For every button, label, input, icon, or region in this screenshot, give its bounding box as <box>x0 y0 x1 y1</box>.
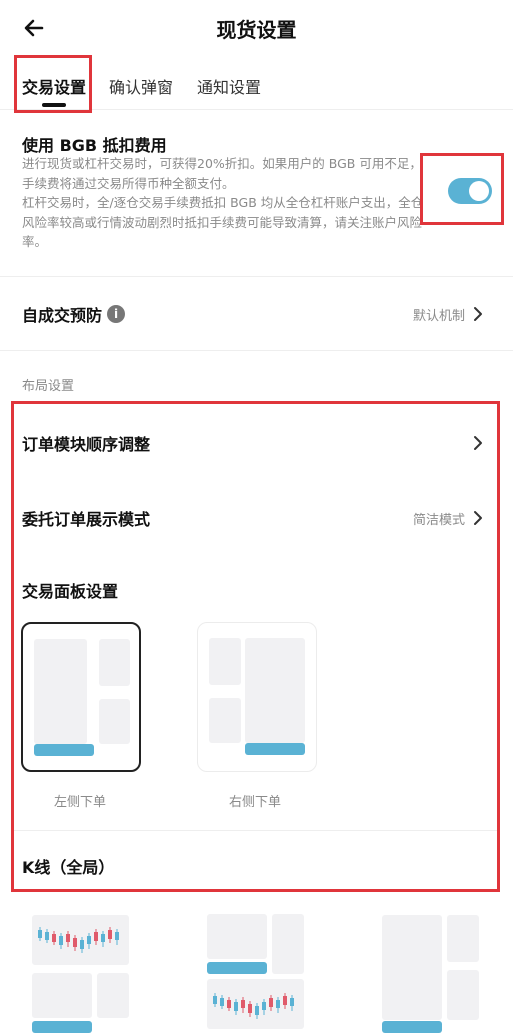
layout-section-label: 布局设置 <box>22 379 75 394</box>
candlestick-icon <box>38 927 119 953</box>
self-trade-prevention-row[interactable]: 自成交预防 默认机制 <box>0 292 513 336</box>
layout-chart-block <box>382 915 442 1020</box>
bgb-desc-line-1: 进行现货或杠杆交易时，可获得20%折扣。如果用户的 BGB 可用不足，手续费将通… <box>22 156 422 191</box>
kline-chart-block <box>207 979 304 1029</box>
candlestick-icon <box>213 993 294 1019</box>
bgb-deduction-description: 进行现货或杠杆交易时，可获得20%折扣。如果用户的 BGB 可用不足，手续费将通… <box>22 154 432 252</box>
bgb-desc-line-2: 杠杆交易时，全/逐仓交易手续费抵扣 BGB 均从全仓杠杆账户支出，全仓风险率较高… <box>22 195 424 249</box>
self-trade-prevention-label: 自成交预防 <box>22 306 103 325</box>
divider <box>0 350 513 351</box>
layout-chart-block <box>207 914 267 959</box>
tab-confirm-popup[interactable]: 确认弹窗 <box>109 74 173 98</box>
tab-notification-settings[interactable]: 通知设置 <box>197 74 261 98</box>
order-button-bar <box>207 962 267 974</box>
kline-layout-card-1[interactable] <box>21 900 141 1034</box>
layout-chart-block <box>32 973 92 1018</box>
order-button-bar <box>32 1021 92 1033</box>
order-button-bar <box>382 1021 442 1033</box>
self-trade-prevention-value: 默认机制 <box>412 309 465 324</box>
kline-chart-block <box>32 915 129 965</box>
highlight-frame-layout <box>11 401 500 892</box>
divider <box>0 276 513 277</box>
highlight-frame-toggle <box>420 153 504 225</box>
page-title: 现货设置 <box>216 18 297 42</box>
header: 现货设置 <box>0 0 513 56</box>
layout-side-block <box>447 970 479 1020</box>
layout-side-block <box>272 914 304 974</box>
kline-layout-card-2[interactable] <box>196 899 316 1034</box>
bgb-deduction-title: 使用 BGB 抵扣费用 <box>22 136 167 155</box>
kline-layout-card-3[interactable] <box>371 900 491 1034</box>
layout-side-block <box>97 973 129 1018</box>
chevron-right-icon <box>474 307 482 321</box>
info-icon[interactable]: i <box>107 305 125 323</box>
layout-side-block <box>447 915 479 962</box>
highlight-frame-tab <box>14 55 92 113</box>
